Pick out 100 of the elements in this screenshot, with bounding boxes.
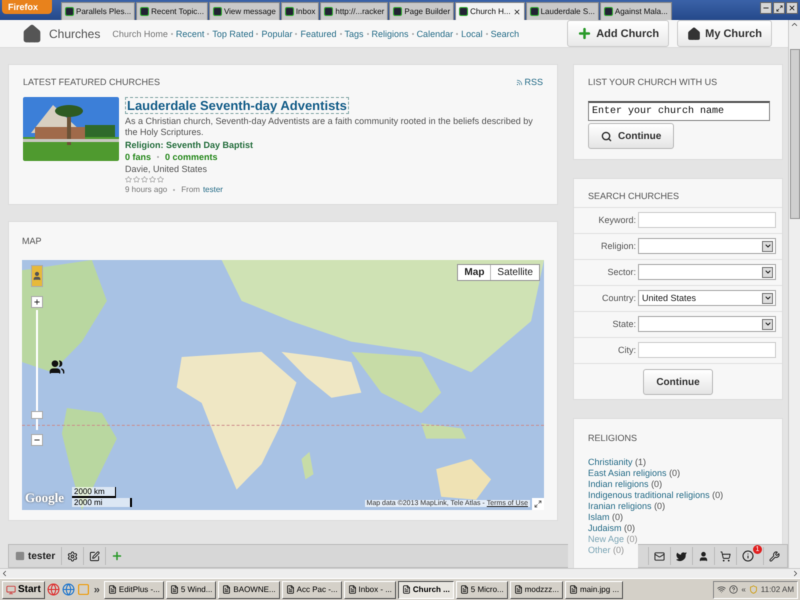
taskbar-button[interactable]: Inbox - ...	[344, 580, 396, 598]
browser-tab[interactable]: Parallels Ples...	[61, 2, 136, 20]
my-church-button[interactable]: My Church	[677, 20, 772, 47]
more-chevron[interactable]: »	[92, 584, 102, 596]
map-logo: Google	[25, 490, 64, 506]
zoom-in-button[interactable]	[31, 296, 43, 308]
bird-icon[interactable]	[676, 550, 687, 562]
nav-link[interactable]: Top Rated	[212, 28, 254, 38]
field-label: Sector:	[606, 267, 636, 277]
religion-link[interactable]: Iranian religions	[588, 501, 652, 511]
pegman-icon[interactable]	[31, 265, 43, 287]
scroll-left-icon[interactable]	[0, 569, 9, 578]
favicon-icon	[459, 7, 468, 16]
religion-count: (0)	[624, 523, 636, 533]
taskbar-button[interactable]: main.jpg ...	[564, 580, 624, 598]
select-field[interactable]	[638, 316, 776, 332]
religion-link[interactable]: East Asian religions	[588, 468, 667, 478]
help-icon[interactable]	[729, 585, 738, 594]
globe-icon[interactable]	[62, 583, 75, 596]
field-label: Religion:	[600, 241, 636, 251]
fans-link[interactable]: 0 fans	[125, 152, 152, 162]
browser-tab[interactable]: http://...racker	[320, 2, 388, 20]
section-heading: LATEST FEATURED CHURCHES	[23, 77, 160, 87]
close-icon[interactable]	[512, 8, 521, 16]
nav-link[interactable]: Local	[461, 28, 483, 38]
browser-tab[interactable]: Lauderdale S...	[526, 2, 599, 20]
wrench-icon[interactable]	[769, 550, 780, 562]
religion-link[interactable]: Judaism	[588, 523, 622, 533]
taskbar-button[interactable]: Acc Pac -...	[282, 580, 342, 598]
tray-expand[interactable]: «	[741, 585, 746, 594]
field-label: Country:	[600, 293, 636, 303]
nav-link[interactable]: Recent	[176, 28, 204, 38]
close-icon[interactable]	[788, 4, 796, 12]
browser-tab[interactable]: Inbox	[280, 2, 320, 20]
plus-icon[interactable]	[111, 550, 124, 562]
nav-link[interactable]: Tags	[344, 28, 364, 38]
mail-icon[interactable]	[654, 550, 665, 562]
select-field[interactable]	[638, 238, 776, 254]
person-icon[interactable]	[698, 550, 709, 562]
church-name-field[interactable]: Enter your church name	[588, 101, 770, 121]
edit-icon[interactable]	[89, 550, 100, 562]
nav-link[interactable]: Featured	[300, 28, 337, 38]
globe-icon[interactable]	[46, 583, 60, 596]
scroll-up-icon[interactable]	[790, 20, 799, 29]
scrollbar-thumb[interactable]	[790, 49, 800, 219]
select-field[interactable]: United States	[638, 290, 776, 306]
religion-link[interactable]: Religion: Seventh Day Baptist	[125, 140, 543, 150]
people-marker-icon[interactable]	[49, 359, 65, 375]
nav-link[interactable]: Religions	[372, 28, 409, 38]
add-church-button[interactable]: Add Church	[567, 20, 670, 47]
text-field[interactable]	[638, 342, 776, 358]
nav-link[interactable]: Popular	[261, 28, 292, 38]
taskbar-button[interactable]: 5 Wind...	[166, 580, 216, 598]
religion-link[interactable]: Indigenous traditional religions	[588, 490, 710, 500]
settings-icon[interactable]	[67, 550, 78, 562]
nav-link[interactable]: Calendar	[416, 28, 454, 38]
taskbar-button[interactable]: BAOWNE...	[218, 580, 280, 598]
field-label: Keyword:	[597, 215, 636, 225]
church-name-link[interactable]: Lauderdale Seventh-day Adventists	[125, 97, 349, 114]
document-icon	[460, 585, 469, 594]
home-icon[interactable]	[22, 24, 42, 44]
author-link[interactable]: tester	[202, 185, 223, 194]
taskbar-button[interactable]: EditPlus -...	[104, 580, 164, 598]
nav-link[interactable]: Search	[490, 28, 520, 38]
browser-tab[interactable]: Against Mala...	[600, 2, 672, 20]
rss-icon[interactable]	[516, 78, 524, 86]
browser-tab[interactable]: Recent Topic...	[136, 2, 208, 20]
taskbar-button[interactable]: Church ...	[398, 580, 454, 598]
taskbar-button[interactable]: modzzz...	[510, 580, 563, 598]
select-field[interactable]	[638, 264, 776, 280]
zoom-out-button[interactable]	[31, 434, 43, 446]
browser-tab[interactable]: Church H...	[455, 2, 525, 20]
religion-link[interactable]: Christianity	[588, 457, 633, 467]
document-icon	[514, 585, 523, 594]
expand-button[interactable]	[532, 498, 544, 510]
start-button[interactable]: Start	[2, 580, 45, 598]
restore-icon[interactable]	[776, 4, 782, 12]
favicon-icon	[393, 7, 402, 16]
browser-tab[interactable]: View message	[208, 2, 280, 20]
continue-button[interactable]: Continue	[643, 369, 713, 395]
user-menu[interactable]: tester	[15, 550, 62, 562]
browser-tab[interactable]: Page Builder	[389, 2, 454, 20]
religion-count: (0)	[654, 501, 666, 511]
religion-count: (0)	[712, 490, 724, 500]
network-icon[interactable]	[717, 585, 726, 594]
scroll-right-icon[interactable]	[791, 569, 800, 578]
taskbar-button[interactable]: 5 Micro...	[456, 580, 508, 598]
religion-link[interactable]: Islam	[588, 512, 610, 522]
cart-icon[interactable]	[720, 550, 731, 562]
text-field[interactable]	[638, 212, 776, 228]
religion-link[interactable]: Indian religions	[588, 479, 649, 489]
info-icon[interactable]	[742, 550, 754, 562]
site-title: Churches	[49, 26, 100, 40]
rss-link[interactable]: RSS	[524, 77, 543, 87]
continue-button[interactable]: Continue	[588, 123, 674, 149]
scale-label: 2000 km	[72, 487, 116, 498]
section-heading: SEARCH CHURCHES	[588, 191, 680, 201]
nav-link[interactable]: Church Home	[112, 28, 168, 38]
section-heading: LIST YOUR CHURCH WITH US	[588, 77, 718, 87]
comments-link[interactable]: 0 comments	[165, 152, 218, 162]
